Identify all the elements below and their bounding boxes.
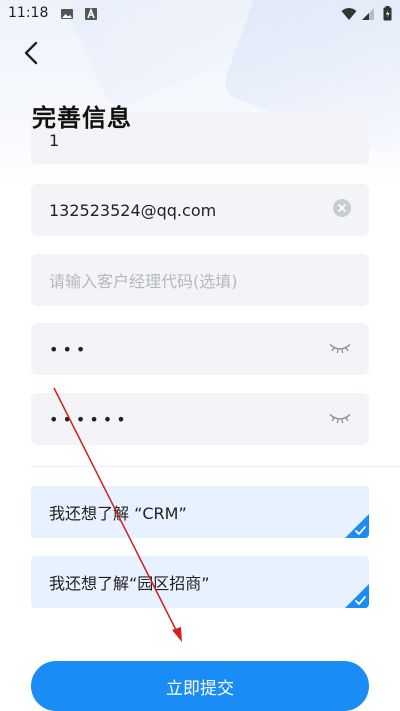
option-park-label: 我还想了解“园区招商” — [49, 574, 210, 593]
submit-button[interactable]: 立即提交 — [31, 661, 369, 711]
chevron-left-icon — [24, 41, 38, 65]
submit-label: 立即提交 — [166, 678, 234, 699]
manager-code-placeholder: 请输入客户经理代码(选填) — [49, 272, 238, 291]
eye-closed-icon[interactable] — [329, 410, 351, 429]
gallery-icon — [60, 6, 74, 25]
wifi-icon — [341, 6, 357, 25]
status-bar: 11:18 — [0, 0, 400, 28]
page-title: 完善信息 — [32, 104, 132, 132]
confirm-password-field[interactable]: •••••• — [31, 393, 369, 445]
clear-icon[interactable] — [333, 199, 351, 221]
password-field[interactable]: ••• — [31, 323, 369, 375]
battery-icon — [383, 6, 392, 25]
signal-icon — [361, 6, 375, 25]
option-crm[interactable]: 我还想了解 “CRM” — [31, 486, 369, 538]
email-field[interactable]: 132523524@qq.com — [31, 184, 369, 236]
field-top-value: 1 — [49, 131, 60, 150]
option-crm-label: 我还想了解 “CRM” — [49, 504, 187, 523]
back-button[interactable] — [14, 36, 48, 70]
status-time: 11:18 — [8, 5, 49, 21]
divider — [31, 466, 400, 467]
password-value: ••• — [49, 339, 90, 359]
checkmark-icon — [345, 514, 369, 538]
email-value: 132523524@qq.com — [49, 200, 217, 220]
manager-code-field[interactable]: 请输入客户经理代码(选填) — [31, 254, 369, 306]
option-park-investment[interactable]: 我还想了解“园区招商” — [31, 556, 369, 608]
eye-closed-icon[interactable] — [329, 340, 351, 359]
checkmark-icon — [345, 584, 369, 608]
notification-a-icon — [84, 6, 98, 25]
confirm-password-value: •••••• — [49, 409, 130, 429]
